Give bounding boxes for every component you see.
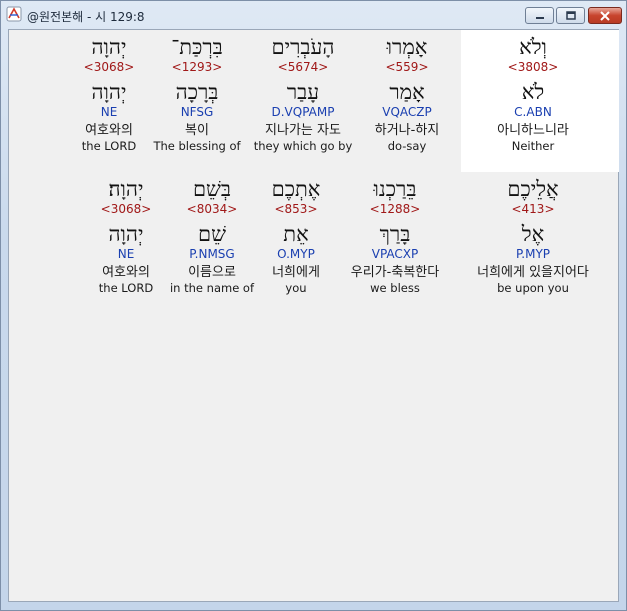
close-icon: [600, 10, 610, 21]
hebrew-word: בִּרְכַּת־: [171, 35, 223, 59]
close-button[interactable]: [588, 7, 622, 24]
korean-gloss: 여호와의: [102, 265, 150, 280]
english-gloss: you: [285, 281, 307, 295]
word-cell[interactable]: בִּרְכַּת־ <1293> בְּרָכָה NFSG 복이 The b…: [153, 34, 240, 154]
lexeme: שֵׁם: [198, 222, 226, 246]
strong-number[interactable]: <5674>: [254, 60, 353, 75]
hebrew-word: וְלֹא: [519, 35, 547, 59]
strong-number[interactable]: <559>: [375, 60, 440, 75]
word-cell[interactable]: וְלֹא <3808> לֹא C.ABN 아니하느니라 Neither: [497, 34, 569, 154]
hebrew-word: הָעֹבְרִים: [271, 35, 335, 59]
english-gloss: the LORD: [81, 139, 137, 153]
maximize-button[interactable]: [556, 7, 585, 24]
strong-number[interactable]: <853>: [272, 202, 321, 217]
hebrew-word: יְהוָה: [91, 35, 127, 59]
lexeme: אֶל: [521, 222, 545, 246]
word-cell[interactable]: אֲלֵיכֶם <413> אֶל P.MYP 너희에게 있을지어다 be u…: [477, 176, 589, 296]
lexeme: יְהוָה: [108, 222, 144, 246]
hebrew-word: יְהוָה׃: [108, 177, 144, 201]
english-gloss: they which go by: [253, 139, 353, 153]
hebrew-word: אָמְרוּ: [386, 35, 428, 59]
korean-gloss: 하거나-하지: [374, 123, 440, 138]
strong-number[interactable]: <8034>: [170, 202, 254, 217]
lexeme: אָמַר: [389, 80, 425, 104]
lexeme: אֵת: [283, 222, 309, 246]
word-cell[interactable]: אֶתְכֶם <853> אֵת O.MYP 너희에게 you: [272, 176, 321, 296]
app-window: @원전본해 - 시 129:8 וְלֹא <3808> לֹא C.ABN 아…: [0, 0, 627, 611]
morphology-code: P.MYP: [515, 247, 551, 261]
morphology-code: VPACXP: [371, 247, 419, 261]
lexeme: יְהוָה: [91, 80, 127, 104]
strong-number[interactable]: <3068>: [99, 202, 153, 217]
english-gloss: Neither: [511, 139, 555, 153]
morphology-code: P.NMSG: [189, 247, 235, 261]
strong-number[interactable]: <3808>: [497, 60, 569, 75]
korean-gloss: 지나가는 자도: [265, 123, 341, 138]
morphology-code: NFSG: [180, 105, 214, 119]
interlinear-view[interactable]: וְלֹא <3808> לֹא C.ABN 아니하느니라 Neither אָ…: [8, 29, 619, 602]
title-bar[interactable]: @원전본해 - 시 129:8: [1, 1, 626, 29]
hebrew-word: אֶתְכֶם: [271, 177, 321, 201]
strong-number[interactable]: <3068>: [82, 60, 136, 75]
korean-gloss: 우리가-축복한다: [350, 265, 440, 280]
strong-number[interactable]: <1293>: [153, 60, 240, 75]
hebrew-word: בְּשֵׁם: [192, 177, 232, 201]
morphology-code: NE: [117, 247, 135, 261]
minimize-icon: [535, 16, 544, 19]
english-gloss: be upon you: [497, 281, 569, 295]
word-cell[interactable]: אָמְרוּ <559> אָמַר VQACZP 하거나-하지 do-say: [375, 34, 440, 154]
word-cell[interactable]: בְּשֵׁם <8034> שֵׁם P.NMSG 이름으로 in the n…: [170, 176, 254, 296]
maximize-icon: [565, 10, 576, 20]
window-title: @원전본해 - 시 129:8: [27, 10, 145, 24]
english-gloss: we bless: [370, 281, 420, 295]
strong-number[interactable]: <413>: [477, 202, 589, 217]
word-cell[interactable]: בֵּרַכְנוּ <1288> בָּרַךְ VPACXP 우리가-축복한…: [351, 176, 439, 296]
app-logo-icon[interactable]: [6, 6, 22, 22]
korean-gloss: 여호와의: [85, 123, 133, 138]
morphology-code: D.VQPAMP: [271, 105, 335, 119]
morphology-code: O.MYP: [277, 247, 315, 261]
korean-gloss: 아니하느니라: [497, 123, 569, 138]
morphology-code: VQACZP: [382, 105, 432, 119]
english-gloss: do-say: [387, 139, 427, 153]
hebrew-word: אֲלֵיכֶם: [507, 177, 559, 201]
korean-gloss: 복이: [185, 123, 209, 138]
lexeme: בְּרָכָה: [175, 80, 219, 104]
word-cell[interactable]: הָעֹבְרִים <5674> עָבַר D.VQPAMP 지나가는 자도…: [254, 34, 353, 154]
strong-number[interactable]: <1288>: [351, 202, 439, 217]
word-cell[interactable]: יְהוָה <3068> יְהוָה NE 여호와의 the LORD: [82, 34, 136, 154]
morphology-code: C.ABN: [514, 105, 552, 119]
lexeme: עָבַר: [286, 80, 320, 104]
lexeme: בָּרַךְ: [379, 222, 411, 246]
hebrew-word: בֵּרַכְנוּ: [373, 177, 417, 201]
morphology-code: NE: [100, 105, 118, 119]
word-cell[interactable]: יְהוָה׃ <3068> יְהוָה NE 여호와의 the LORD: [99, 176, 153, 296]
minimize-button[interactable]: [525, 7, 554, 24]
english-gloss: The blessing of: [153, 139, 241, 153]
english-gloss: the LORD: [98, 281, 154, 295]
english-gloss: in the name of: [169, 281, 255, 295]
lexeme: לֹא: [521, 80, 545, 104]
korean-gloss: 이름으로: [188, 265, 236, 280]
korean-gloss: 너희에게 있을지어다: [477, 265, 589, 280]
korean-gloss: 너희에게: [272, 265, 320, 280]
